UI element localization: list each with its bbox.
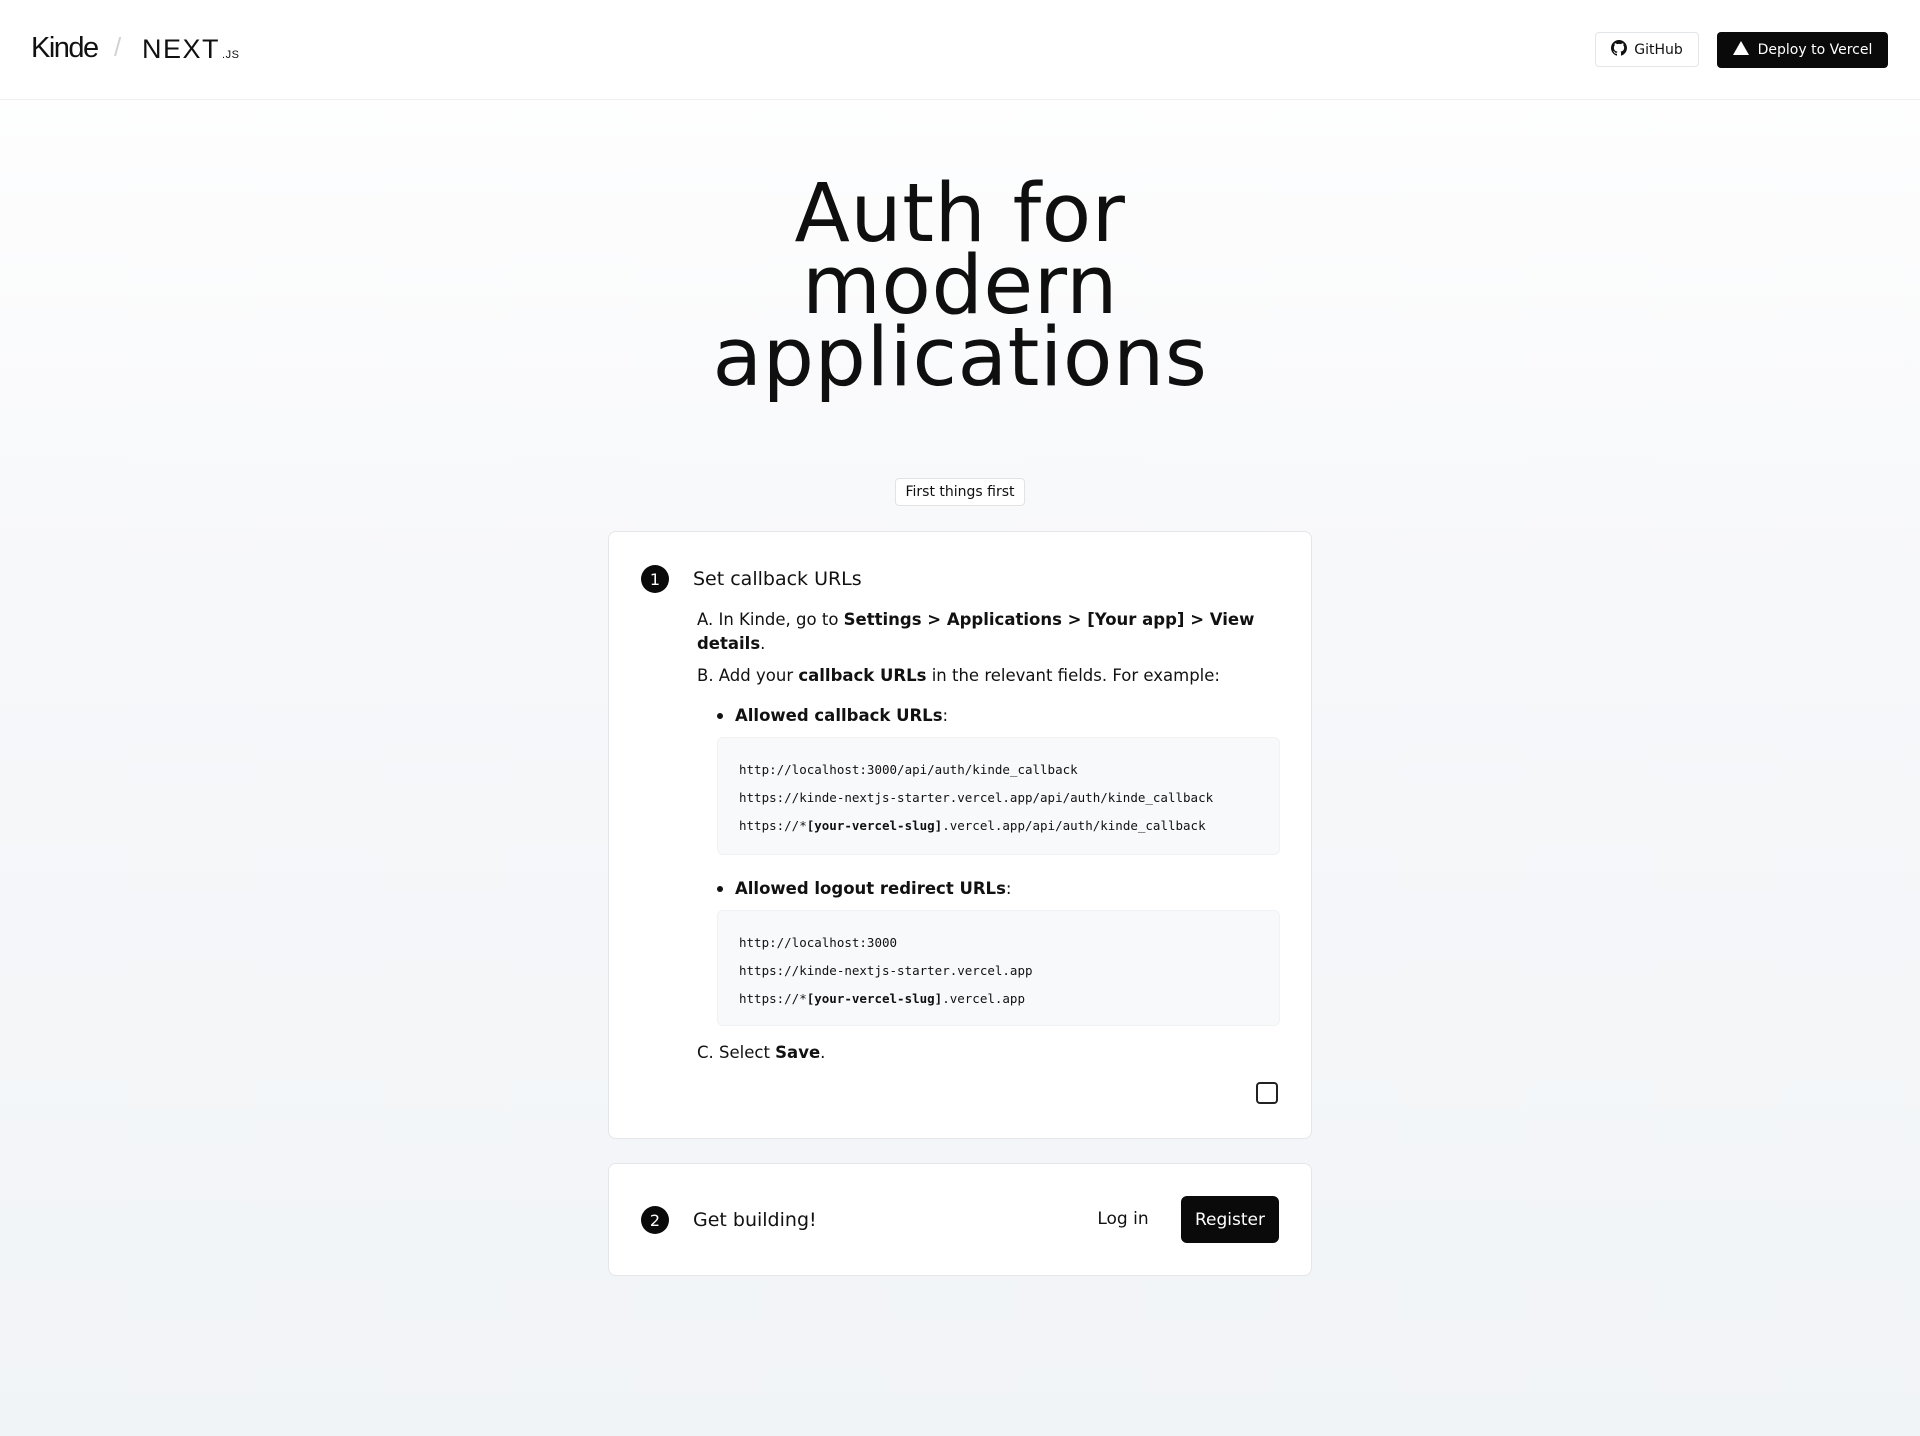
nextjs-logo-suffix: .JS bbox=[222, 49, 240, 61]
logout-url-starter: https://kinde-nextjs-starter.vercel.app bbox=[739, 963, 1033, 978]
step-1-done-checkbox[interactable] bbox=[1256, 1082, 1278, 1104]
instruction-b-prefix: B. Add your bbox=[697, 666, 799, 685]
instruction-b-suffix: in the relevant fields. For example: bbox=[926, 666, 1220, 685]
callback-urls-heading-colon: : bbox=[942, 706, 949, 725]
instruction-c-prefix: C. Select bbox=[697, 1043, 776, 1062]
logout-urls-heading-colon: : bbox=[1005, 879, 1012, 898]
github-button[interactable]: GitHub bbox=[1595, 32, 1699, 67]
callback-url-wildcard-prefix: https://* bbox=[739, 818, 807, 833]
instruction-b-bold: callback URLs bbox=[798, 666, 927, 685]
nextjs-logo-text: NEXT bbox=[142, 34, 221, 64]
login-button[interactable]: Log in bbox=[1086, 1196, 1160, 1242]
logout-url-slug: [your-vercel-slug] bbox=[806, 991, 943, 1006]
step-2-number: 2 bbox=[641, 1206, 669, 1234]
register-button[interactable]: Register bbox=[1181, 1196, 1279, 1243]
logout-url-localhost: http://localhost:3000 bbox=[739, 935, 898, 950]
vercel-triangle-icon bbox=[1732, 41, 1749, 59]
logout-urls-heading: Allowed logout redirect URLs: bbox=[717, 879, 1011, 898]
kinde-logo[interactable]: Kinde bbox=[31, 32, 99, 65]
step-1-instruction-b: B. Add your callback URLs in the relevan… bbox=[697, 664, 1220, 688]
first-things-first-badge: First things first bbox=[895, 478, 1025, 506]
callback-url-localhost: http://localhost:3000/api/auth/kinde_cal… bbox=[739, 762, 1078, 777]
logout-url-wildcard-suffix: .vercel.app bbox=[942, 991, 1025, 1006]
instruction-c-bold: Save bbox=[775, 1043, 821, 1062]
bullet-dot bbox=[717, 885, 723, 892]
nextjs-logo[interactable]: NEXT .JS bbox=[142, 34, 239, 65]
step-1-card: 1 Set callback URLs A. In Kinde, go to S… bbox=[608, 531, 1312, 1139]
logout-url-wildcard-prefix: https://* bbox=[739, 991, 807, 1006]
github-label: GitHub bbox=[1634, 41, 1683, 58]
logout-urls-code-block: http://localhost:3000 https://kinde-next… bbox=[717, 910, 1280, 1026]
hero-title-line-3: applications bbox=[712, 311, 1208, 405]
brand-separator: / bbox=[114, 32, 122, 62]
step-1-instruction-c: C. Select Save. bbox=[697, 1041, 825, 1065]
instruction-a-prefix: A. In Kinde, go to bbox=[697, 610, 844, 629]
step-2-card: 2 Get building! Log in Register bbox=[608, 1163, 1312, 1276]
callback-url-wildcard-suffix: .vercel.app/api/auth/kinde_callback bbox=[942, 818, 1206, 833]
top-header: Kinde / NEXT .JS GitHub Deploy to Vercel bbox=[0, 0, 1920, 100]
callback-urls-heading-text: Allowed callback URLs bbox=[735, 706, 943, 725]
deploy-label: Deploy to Vercel bbox=[1757, 42, 1873, 58]
step-1-instruction-a: A. In Kinde, go to Settings > Applicatio… bbox=[697, 608, 1257, 656]
step-2-title: Get building! bbox=[693, 1209, 817, 1231]
step-1-title: Set callback URLs bbox=[693, 568, 862, 590]
hero-title: Auth for modern applications bbox=[0, 174, 1920, 405]
callback-url-slug: [your-vercel-slug] bbox=[806, 818, 943, 833]
bullet-dot bbox=[717, 712, 723, 719]
step-1-number: 1 bbox=[641, 565, 669, 593]
callback-urls-code-block: http://localhost:3000/api/auth/kinde_cal… bbox=[717, 737, 1280, 855]
callback-url-wildcard: https://*[your-vercel-slug].vercel.app/a… bbox=[739, 816, 1279, 844]
callback-urls-heading: Allowed callback URLs: bbox=[717, 706, 948, 725]
github-icon bbox=[1611, 39, 1628, 60]
logout-url-wildcard: https://*[your-vercel-slug].vercel.app bbox=[739, 989, 1279, 1017]
deploy-to-vercel-button[interactable]: Deploy to Vercel bbox=[1717, 32, 1888, 68]
instruction-a-suffix: . bbox=[760, 634, 766, 653]
logout-urls-heading-text: Allowed logout redirect URLs bbox=[735, 879, 1006, 898]
instruction-c-suffix: . bbox=[820, 1043, 826, 1062]
callback-url-starter: https://kinde-nextjs-starter.vercel.app/… bbox=[739, 790, 1214, 805]
